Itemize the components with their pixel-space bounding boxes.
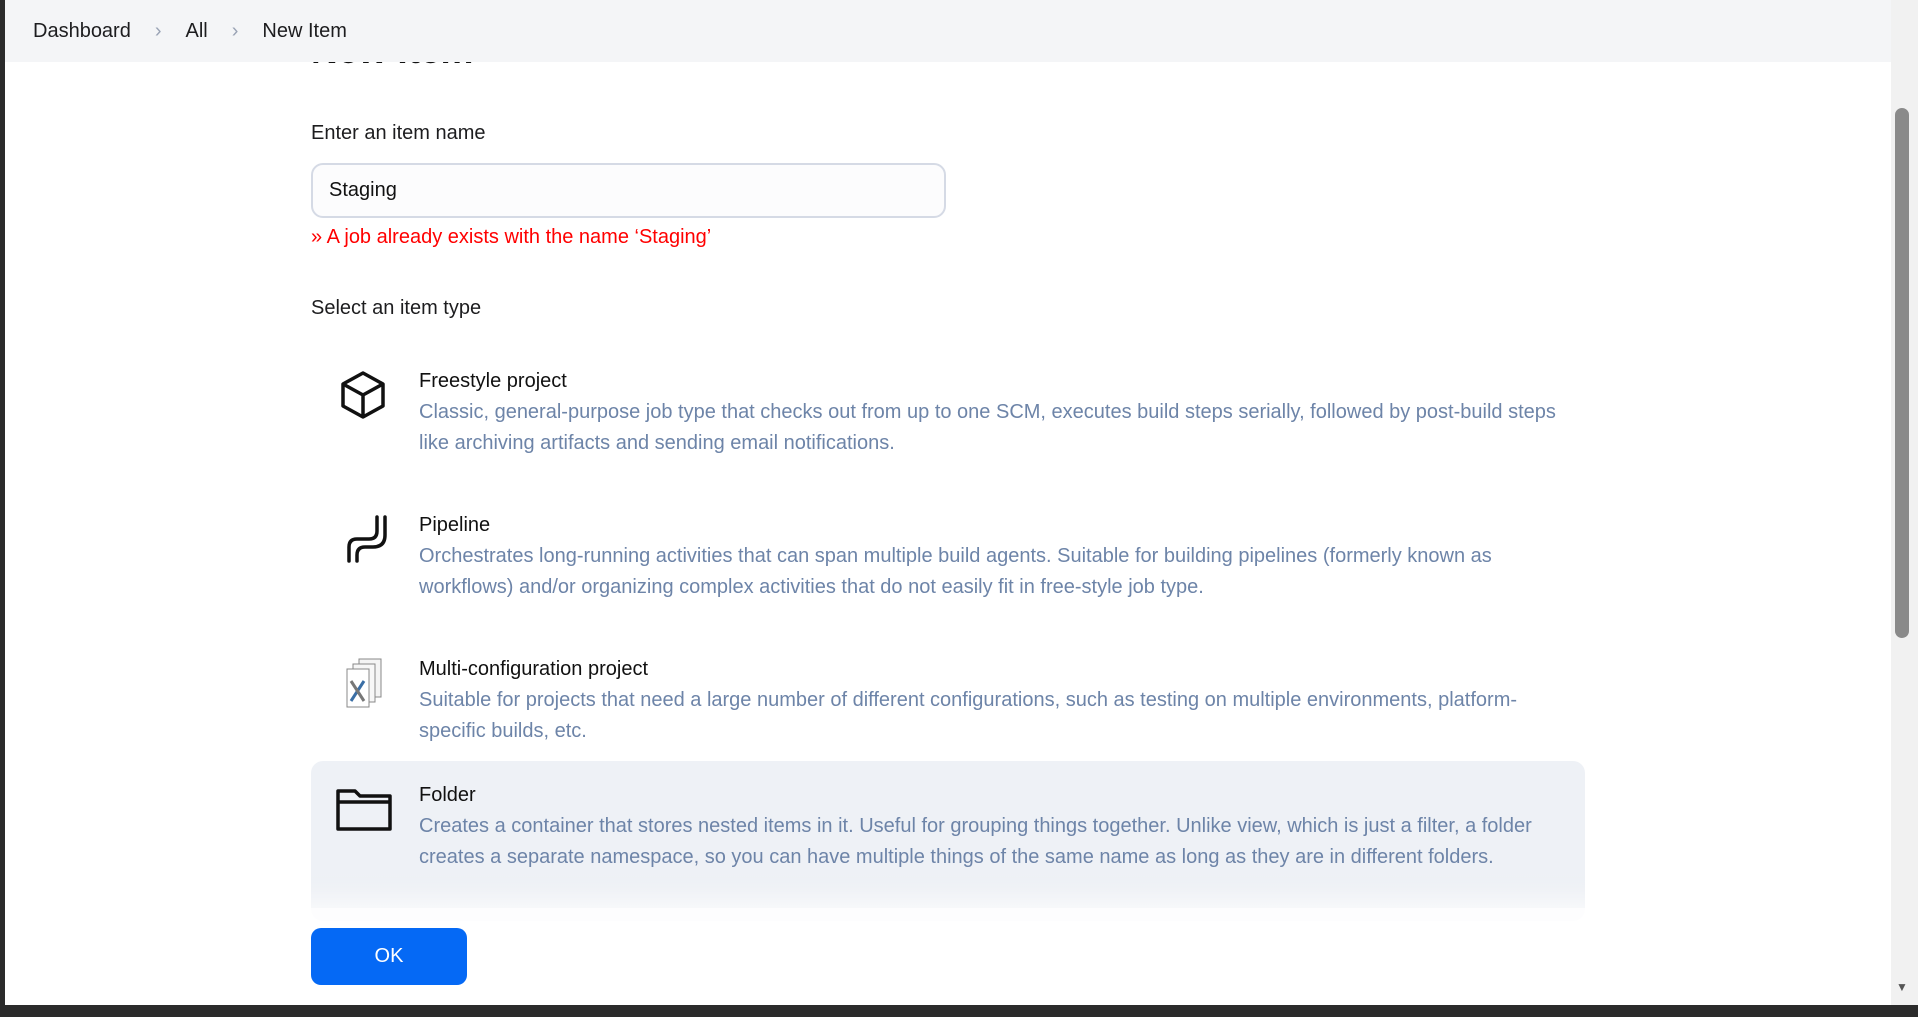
error-message: » A job already exists with the name ‘St… [311,226,712,248]
item-name-label: Enter an item name [311,122,486,144]
item-description: Suitable for projects that need a large … [419,689,1518,742]
multi-config-icon [346,658,382,708]
breadcrumb-dashboard[interactable]: Dashboard [33,20,131,43]
chevron-right-icon: › [154,19,162,42]
item-title: Folder [419,784,476,806]
folder-icon [336,789,392,831]
item-description: Classic, general-purpose job type that c… [419,401,1556,454]
ok-button[interactable]: OK [311,928,467,985]
item-name-input[interactable] [311,163,946,218]
pipeline-icon [347,515,387,563]
item-title: Freestyle project [419,370,567,392]
item-type-freestyle[interactable]: Freestyle project Classic, general-purpo… [311,355,1585,499]
browser-window: New Item Dashboard › All › New Item Ente… [5,0,1891,1005]
item-type-folder[interactable]: Folder Creates a container that stores n… [311,761,1585,921]
scroll-down-arrow-icon[interactable]: ▼ [1896,980,1908,994]
cube-icon [341,371,385,419]
breadcrumb: Dashboard › All › New Item [5,0,1891,62]
scrollbar-thumb[interactable] [1895,108,1909,638]
item-title: Multi-configuration project [419,658,648,680]
breadcrumb-new-item: New Item [262,19,347,42]
item-type-pipeline[interactable]: Pipeline Orchestrates long-running activ… [311,499,1585,643]
item-description: Orchestrates long-running activities tha… [419,545,1492,598]
breadcrumb-all[interactable]: All [186,20,208,43]
item-type-label: Select an item type [311,297,482,319]
item-description: Creates a container that stores nested i… [419,815,1532,868]
chevron-right-icon: › [231,19,239,42]
item-title: Pipeline [419,514,491,536]
bottom-app-bar [275,908,1615,1005]
